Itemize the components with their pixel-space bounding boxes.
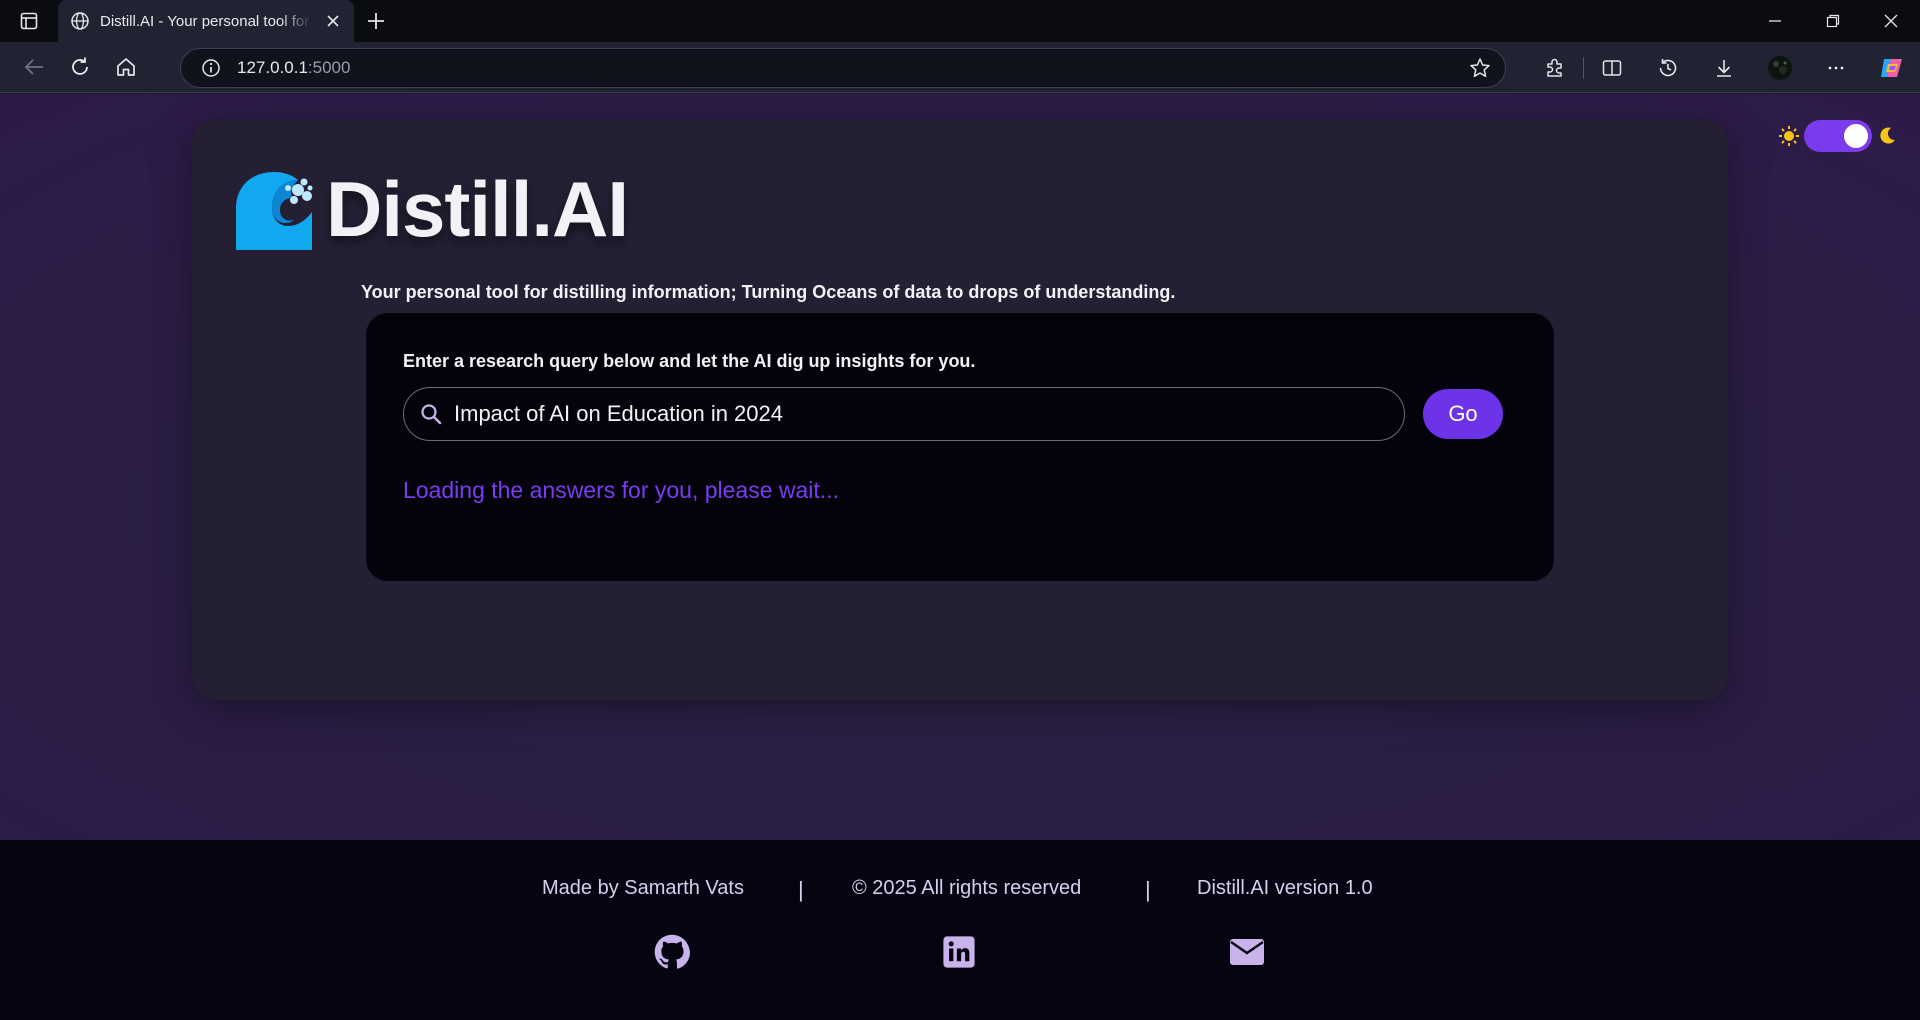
home-button[interactable] bbox=[104, 47, 148, 87]
footer-credits: Made by Samarth Vats | © 2025 All rights… bbox=[0, 877, 1920, 907]
puzzle-icon bbox=[1547, 58, 1562, 77]
profile-button[interactable] bbox=[1752, 48, 1808, 88]
brand-header: Distill.AI bbox=[232, 164, 629, 255]
email-link[interactable] bbox=[1227, 932, 1267, 972]
tagline: Your personal tool for distilling inform… bbox=[361, 282, 1176, 302]
sun-icon bbox=[1779, 126, 1799, 146]
arrow-left-icon bbox=[24, 59, 43, 75]
toggle-knob bbox=[1844, 124, 1868, 148]
footer-made-by: Made by Samarth Vats bbox=[542, 877, 744, 899]
query-label: Enter a research query below and let the… bbox=[403, 351, 976, 371]
download-icon bbox=[1717, 59, 1731, 77]
avatar bbox=[1768, 55, 1792, 80]
close-icon bbox=[1884, 14, 1898, 28]
copilot-icon bbox=[1881, 58, 1902, 77]
browser-toolbar: 127.0.0.1:5000 bbox=[0, 42, 1920, 93]
history-button[interactable] bbox=[1640, 48, 1696, 88]
search-icon bbox=[421, 404, 442, 425]
back-button[interactable] bbox=[12, 47, 56, 87]
moon-icon bbox=[1880, 127, 1895, 144]
url-text: 127.0.0.1:5000 bbox=[237, 58, 350, 78]
brand-title: Distill.AI bbox=[326, 165, 629, 253]
theme-toggle[interactable] bbox=[1778, 120, 1898, 152]
favorite-star-icon[interactable] bbox=[1469, 57, 1491, 84]
github-icon bbox=[654, 934, 690, 969]
go-button[interactable]: Go bbox=[1423, 389, 1503, 439]
address-bar[interactable]: 127.0.0.1:5000 bbox=[180, 48, 1506, 88]
tab-actions-button[interactable] bbox=[0, 0, 58, 42]
loading-status: Loading the answers for you, please wait… bbox=[403, 477, 839, 503]
browser-tab-active[interactable]: Distill.AI - Your personal tool for dist… bbox=[58, 0, 354, 42]
search-input-value[interactable]: Impact of AI on Education in 2024 bbox=[454, 401, 783, 427]
extensions-button[interactable] bbox=[1527, 48, 1583, 88]
url-host: 127.0.0.1 bbox=[237, 58, 308, 77]
search-panel: Enter a research query below and let the… bbox=[366, 313, 1554, 581]
search-input[interactable]: Impact of AI on Education in 2024 bbox=[403, 387, 1405, 441]
window-controls bbox=[1746, 0, 1920, 42]
wave-logo-icon bbox=[236, 171, 313, 250]
tab-actions-icon bbox=[20, 12, 38, 30]
reload-icon bbox=[72, 57, 88, 75]
reload-button[interactable] bbox=[58, 47, 102, 87]
plus-icon bbox=[368, 13, 384, 29]
url-port: :5000 bbox=[307, 58, 351, 77]
split-screen-button[interactable] bbox=[1584, 48, 1640, 88]
downloads-button[interactable] bbox=[1696, 48, 1752, 88]
minimize-icon bbox=[1769, 20, 1781, 22]
footer-version: Distill.AI version 1.0 bbox=[1197, 877, 1373, 899]
linkedin-icon bbox=[943, 936, 975, 968]
envelope-icon bbox=[1230, 939, 1264, 965]
close-window-button[interactable] bbox=[1862, 0, 1920, 42]
footer: Made by Samarth Vats | © 2025 All rights… bbox=[0, 840, 1920, 1020]
theme-toggle-switch[interactable] bbox=[1804, 120, 1872, 152]
copilot-button[interactable] bbox=[1864, 48, 1920, 88]
restore-icon bbox=[1826, 14, 1840, 28]
footer-separator: | bbox=[1145, 877, 1151, 902]
footer-separator: | bbox=[798, 877, 804, 902]
globe-icon bbox=[71, 12, 89, 30]
toolbar-right-actions bbox=[1527, 42, 1920, 93]
info-icon[interactable] bbox=[201, 58, 221, 78]
restore-button[interactable] bbox=[1804, 0, 1862, 42]
more-horizontal-icon bbox=[1828, 66, 1844, 69]
new-tab-button[interactable] bbox=[354, 0, 398, 42]
minimize-button[interactable] bbox=[1746, 0, 1804, 42]
linkedin-link[interactable] bbox=[939, 932, 979, 972]
tab-close-icon[interactable] bbox=[322, 10, 344, 32]
home-icon bbox=[117, 58, 135, 76]
browser-tab-bar: Distill.AI - Your personal tool for dist… bbox=[0, 0, 1920, 42]
history-icon bbox=[1659, 58, 1677, 76]
footer-copyright: © 2025 All rights reserved bbox=[852, 877, 1082, 899]
page-background: Distill.AI Your personal tool for distil… bbox=[0, 94, 1920, 840]
github-link[interactable] bbox=[652, 932, 692, 972]
main-card: Distill.AI Your personal tool for distil… bbox=[192, 120, 1728, 700]
tab-title: Distill.AI - Your personal tool for dist… bbox=[100, 12, 312, 30]
more-options-button[interactable] bbox=[1808, 48, 1864, 88]
split-screen-icon bbox=[1602, 59, 1622, 76]
